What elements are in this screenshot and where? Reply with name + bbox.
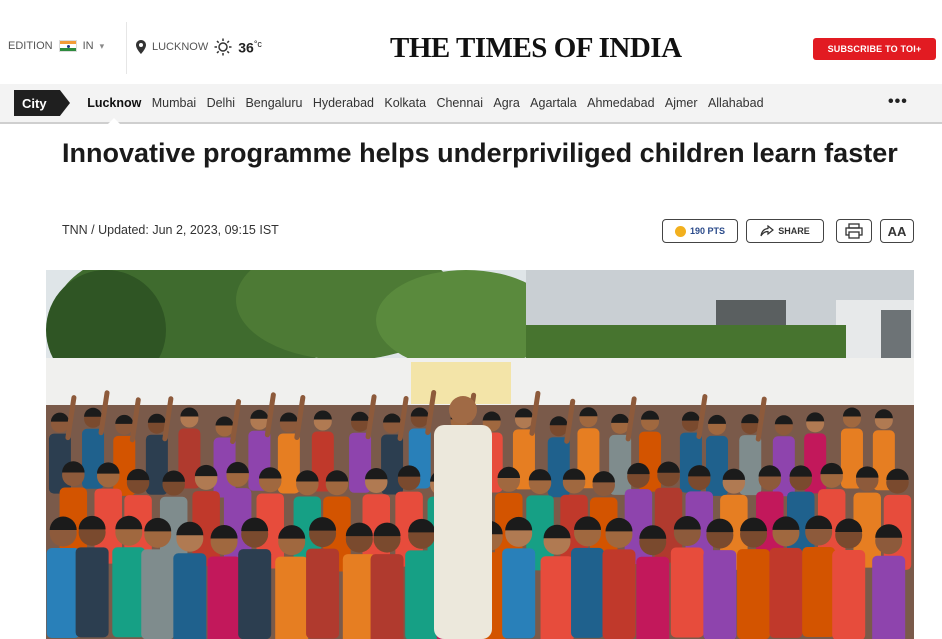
article-photo xyxy=(46,270,914,639)
nav-item-agra[interactable]: Agra xyxy=(488,84,525,122)
location-name: LUCKNOW xyxy=(152,41,209,53)
nav-item-hyderabad[interactable]: Hyderabad xyxy=(308,84,380,122)
subscribe-button[interactable]: SUBSCRIBE TO TOI+ xyxy=(813,38,936,60)
temperature: 36°c xyxy=(238,38,262,56)
location-weather[interactable]: LUCKNOW 36°c xyxy=(136,38,262,56)
india-flag-icon xyxy=(58,40,77,52)
city-nav: City Lucknow Mumbai Delhi Bengaluru Hyderaba… xyxy=(0,84,942,124)
nav-item-ahmedabad[interactable]: Ahmedabad xyxy=(582,84,660,122)
nav-item-lucknow[interactable]: Lucknow xyxy=(82,84,147,124)
more-dots-icon[interactable]: ••• xyxy=(888,93,908,111)
nav-item-mumbai[interactable]: Mumbai xyxy=(147,84,202,122)
nav-item-ajmer[interactable]: Ajmer xyxy=(660,84,703,122)
city-tag[interactable]: City xyxy=(14,90,70,116)
pin-icon xyxy=(136,40,146,54)
coin-icon xyxy=(674,225,686,237)
chevron-down-icon: ▾ xyxy=(99,40,105,51)
nav-item-agartala[interactable]: Agartala xyxy=(525,84,582,122)
nav-items: Lucknow Mumbai Delhi Bengaluru Hyderabad Kolk… xyxy=(82,84,769,124)
points-button[interactable]: 190 PTS xyxy=(662,219,738,243)
site-logo[interactable]: THE TIMES OF INDIA xyxy=(390,32,682,65)
nav-item-allahabad[interactable]: Allahabad xyxy=(703,84,769,122)
nav-item-chennai[interactable]: Chennai xyxy=(431,84,488,122)
nav-item-delhi[interactable]: Delhi xyxy=(201,84,240,122)
edition-label: EDITION xyxy=(8,40,53,52)
share-arrow-icon xyxy=(760,225,775,237)
font-size-button[interactable]: AA xyxy=(880,219,914,243)
edition-selector[interactable]: EDITION IN ▾ xyxy=(8,40,104,52)
top-bar: EDITION IN ▾ LUCKNOW 36°c THE TIMES OF I… xyxy=(0,0,942,84)
article-byline: TNN / Updated: Jun 2, 2023, 09:15 IST xyxy=(62,223,279,237)
nav-item-bengaluru[interactable]: Bengaluru xyxy=(240,84,307,122)
nav-item-kolkata[interactable]: Kolkata xyxy=(379,84,431,122)
divider xyxy=(126,22,127,74)
print-button[interactable] xyxy=(836,219,872,243)
sun-icon xyxy=(214,38,232,56)
printer-icon xyxy=(845,223,863,239)
article-headline: Innovative programme helps underprivilig… xyxy=(62,138,898,168)
share-label: SHARE xyxy=(778,226,810,236)
edition-value: IN xyxy=(82,40,94,52)
share-button[interactable]: SHARE xyxy=(746,219,824,243)
points-label: 190 PTS xyxy=(689,226,726,236)
